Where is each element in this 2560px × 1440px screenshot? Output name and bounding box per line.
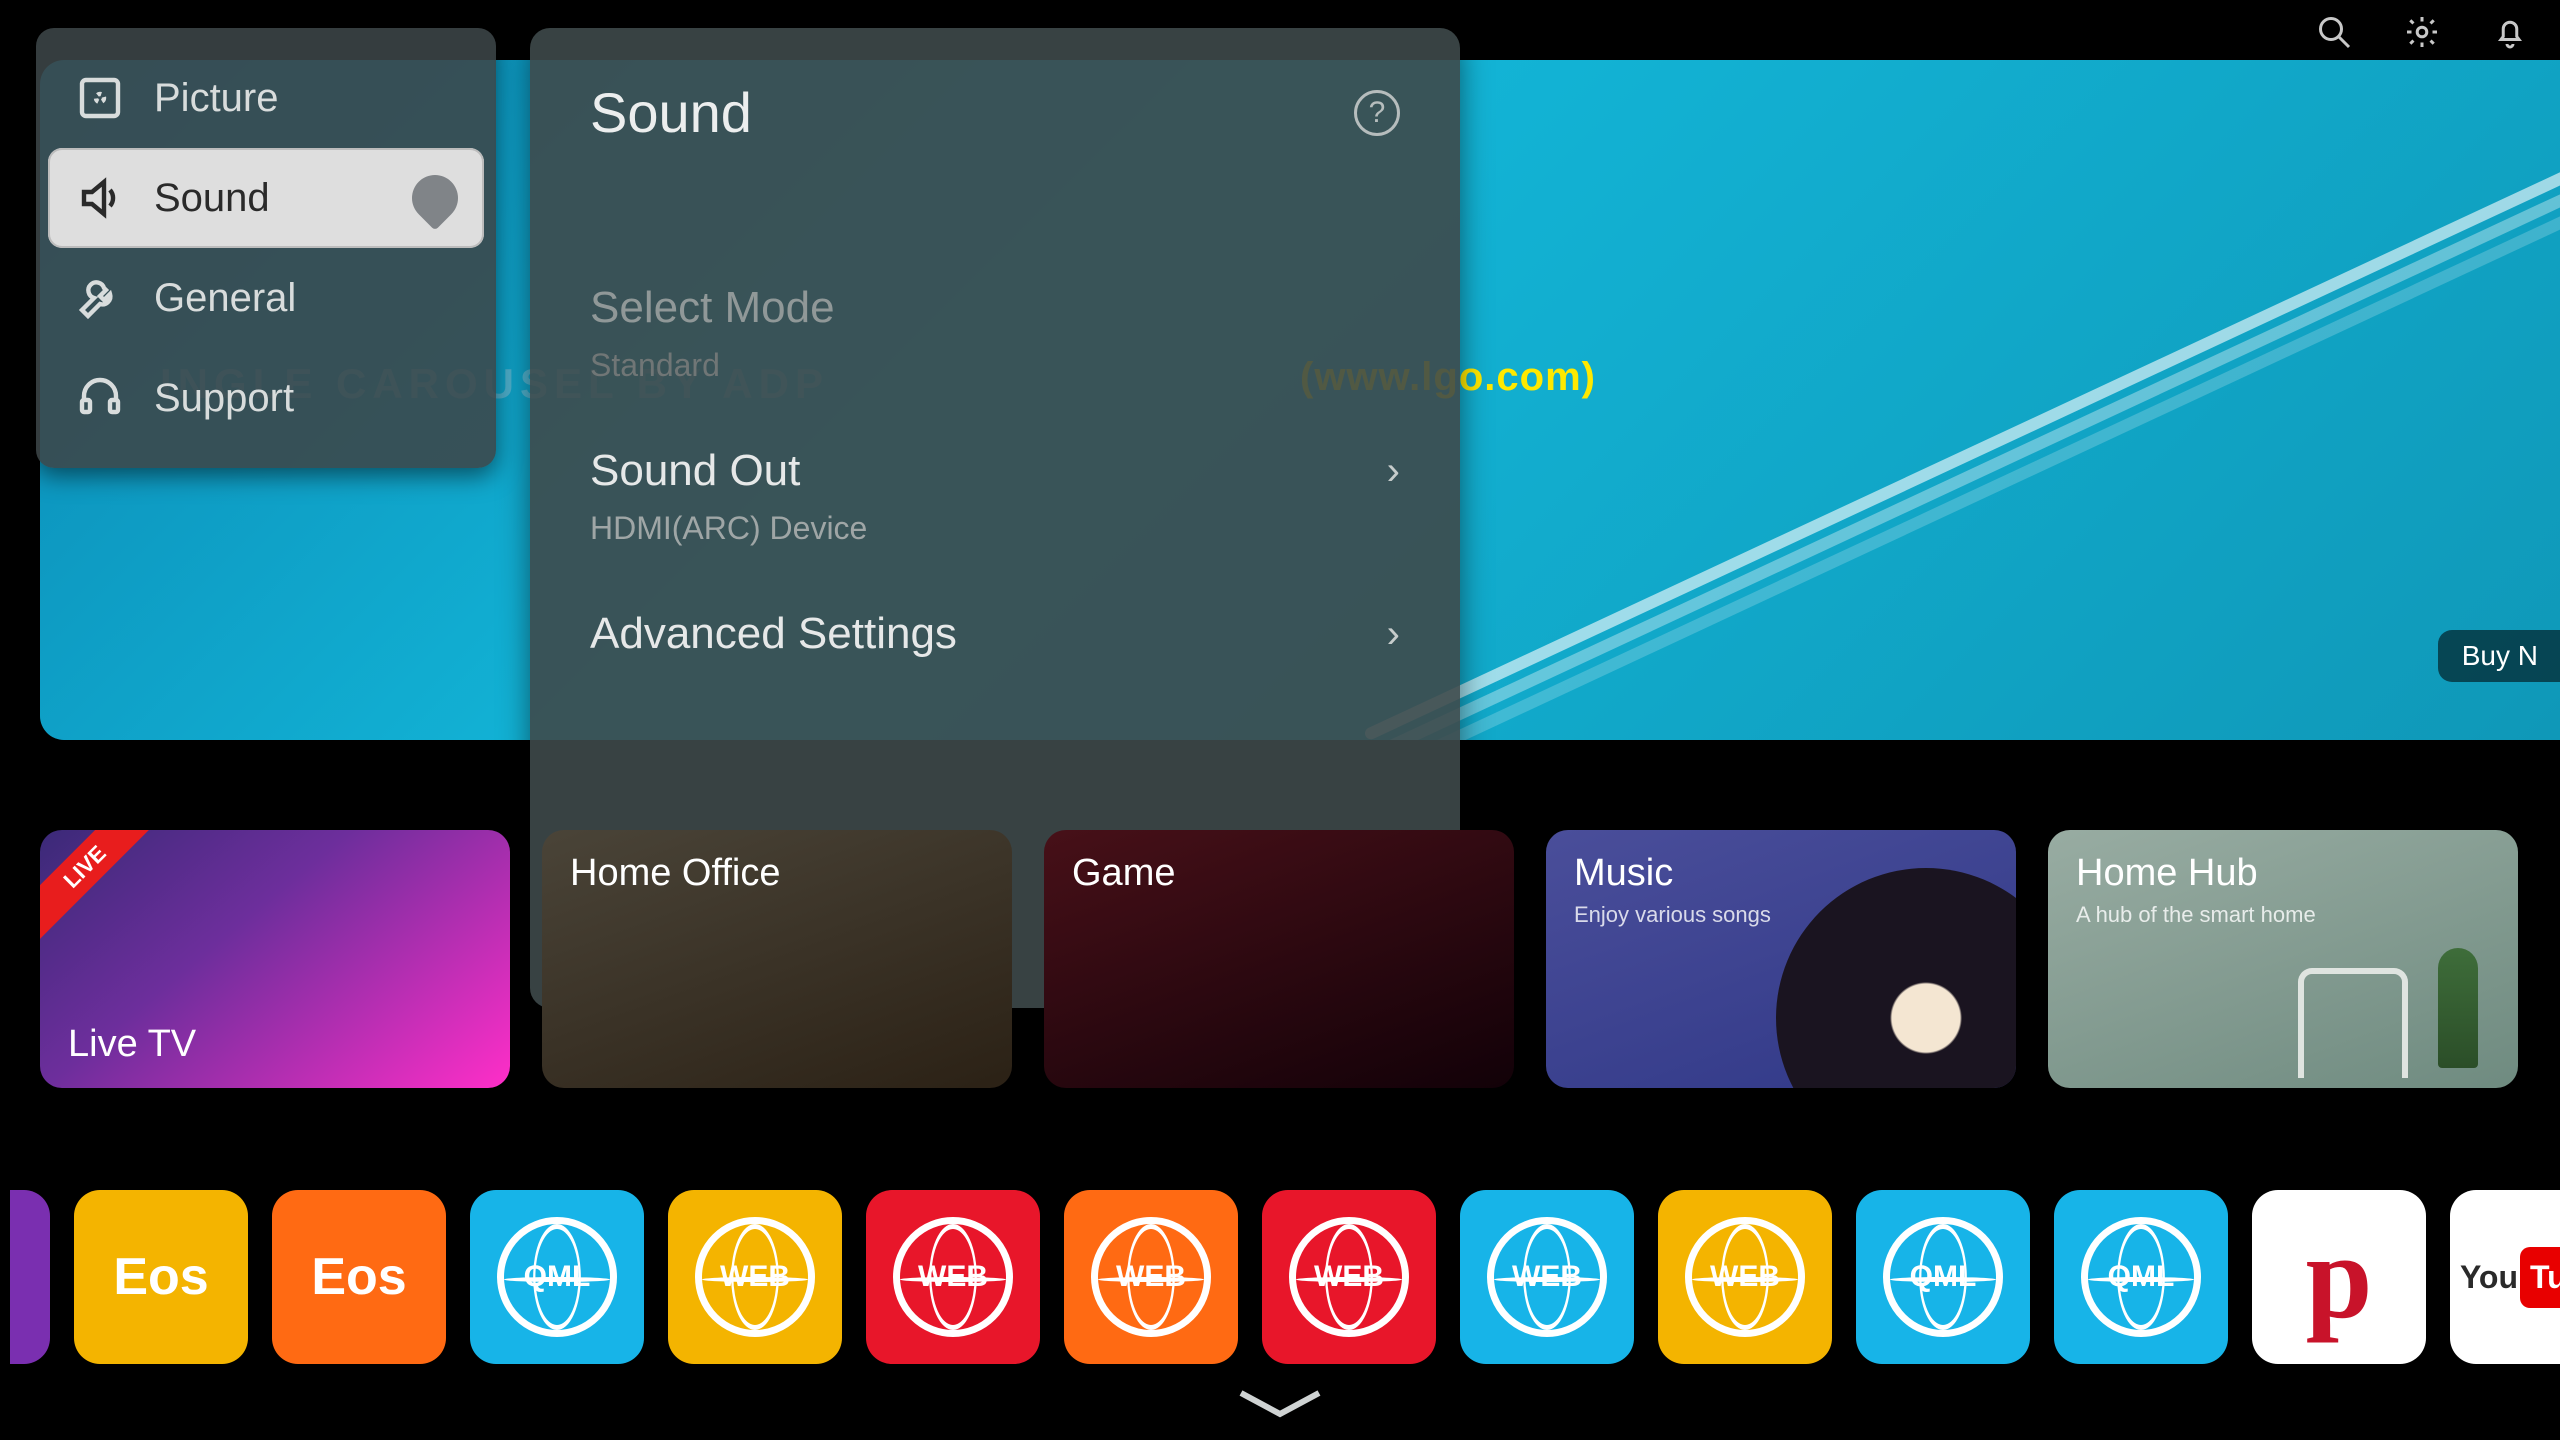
card-title: Music (1574, 852, 1673, 895)
wrench-icon (74, 272, 126, 324)
app-tile-9[interactable]: WEB (1658, 1190, 1832, 1364)
app-label: QML (1910, 1260, 1977, 1294)
live-badge: LIVE (40, 830, 159, 941)
card-game[interactable]: Game (1044, 830, 1514, 1088)
app-label: WEB (1512, 1260, 1582, 1294)
sidebar-item-label: Sound (154, 176, 270, 221)
row-label: Advanced Settings (590, 609, 957, 659)
app-tile-5[interactable]: WEB (866, 1190, 1040, 1364)
card-title: Game (1072, 852, 1175, 895)
app-label: WEB (1710, 1260, 1780, 1294)
sidebar-item-label: General (154, 276, 296, 321)
card-title: Live TV (68, 1023, 196, 1066)
sidebar-item-support[interactable]: Support (48, 348, 484, 448)
app-tile-13[interactable]: YouTube (2450, 1190, 2560, 1364)
sidebar-item-general[interactable]: General (48, 248, 484, 348)
row-label: Sound Out (590, 446, 800, 496)
row-advanced-settings[interactable]: Advanced Settings › (590, 581, 1400, 693)
row-label: Select Mode (590, 283, 835, 333)
buy-now-button[interactable]: Buy N (2438, 630, 2560, 682)
app-tile-4[interactable]: WEB (668, 1190, 842, 1364)
app-tile-8[interactable]: WEB (1460, 1190, 1634, 1364)
chevron-right-icon: › (1387, 449, 1400, 494)
speaker-icon (74, 172, 126, 224)
app-label: QML (524, 1260, 591, 1294)
app-label: WEB (720, 1260, 790, 1294)
card-subtitle: Enjoy various songs (1574, 902, 1771, 928)
hero-decoration (1363, 139, 2560, 740)
card-home-office[interactable]: Home Office (542, 830, 1012, 1088)
search-icon[interactable] (2314, 12, 2354, 52)
card-subtitle: A hub of the smart home (2076, 902, 2316, 928)
app-label: QML (2108, 1260, 2175, 1294)
app-tile-1[interactable]: Eos (74, 1190, 248, 1364)
app-tile-2[interactable]: Eos (272, 1190, 446, 1364)
row-select-mode[interactable]: Select Mode Standard (590, 255, 1400, 418)
sidebar-item-label: Support (154, 376, 294, 421)
help-icon[interactable]: ? (1354, 90, 1400, 136)
chevron-down-icon[interactable] (1235, 1385, 1325, 1430)
card-music[interactable]: Music Enjoy various songs (1546, 830, 2016, 1088)
topbar (2314, 12, 2530, 52)
bell-icon[interactable] (2490, 12, 2530, 52)
content-cards-row: LIVE Live TV Home Office Game Music Enjo… (40, 830, 2518, 1088)
app-tile-6[interactable]: WEB (1064, 1190, 1238, 1364)
app-tile-3[interactable]: QML (470, 1190, 644, 1364)
picture-icon (74, 72, 126, 124)
headset-icon (74, 372, 126, 424)
yt-badge: Tube (2520, 1247, 2560, 1308)
app-tile-0[interactable] (10, 1190, 50, 1364)
app-launcher-row: EosEosQMLWEBWEBWEBWEBWEBWEBQMLQMLpYouTub… (10, 1190, 2560, 1364)
app-tile-12[interactable]: p (2252, 1190, 2426, 1364)
settings-sidebar: Picture Sound General Support (36, 28, 496, 468)
card-home-hub[interactable]: Home Hub A hub of the smart home (2048, 830, 2518, 1088)
yt-prefix: You (2460, 1259, 2518, 1296)
panel-title: Sound (590, 80, 752, 145)
sidebar-item-sound[interactable]: Sound (48, 148, 484, 248)
app-label: WEB (918, 1260, 988, 1294)
vinyl-icon (1776, 868, 2016, 1088)
row-value: HDMI(ARC) Device (590, 510, 1400, 547)
app-tile-11[interactable]: QML (2054, 1190, 2228, 1364)
chair-icon (2298, 968, 2408, 1078)
sidebar-item-label: Picture (154, 76, 279, 121)
card-title: Home Office (570, 852, 780, 895)
cursor-icon (402, 165, 467, 230)
plant-icon (2438, 948, 2478, 1068)
card-live-tv[interactable]: LIVE Live TV (40, 830, 510, 1088)
app-label: WEB (1314, 1260, 1384, 1294)
app-tile-7[interactable]: WEB (1262, 1190, 1436, 1364)
gear-icon[interactable] (2402, 12, 2442, 52)
sidebar-item-picture[interactable]: Picture (48, 48, 484, 148)
app-label: WEB (1116, 1260, 1186, 1294)
row-sound-out[interactable]: Sound Out › HDMI(ARC) Device (590, 418, 1400, 581)
chevron-right-icon: › (1387, 612, 1400, 657)
card-title: Home Hub (2076, 852, 2258, 895)
row-value: Standard (590, 347, 1400, 384)
app-tile-10[interactable]: QML (1856, 1190, 2030, 1364)
